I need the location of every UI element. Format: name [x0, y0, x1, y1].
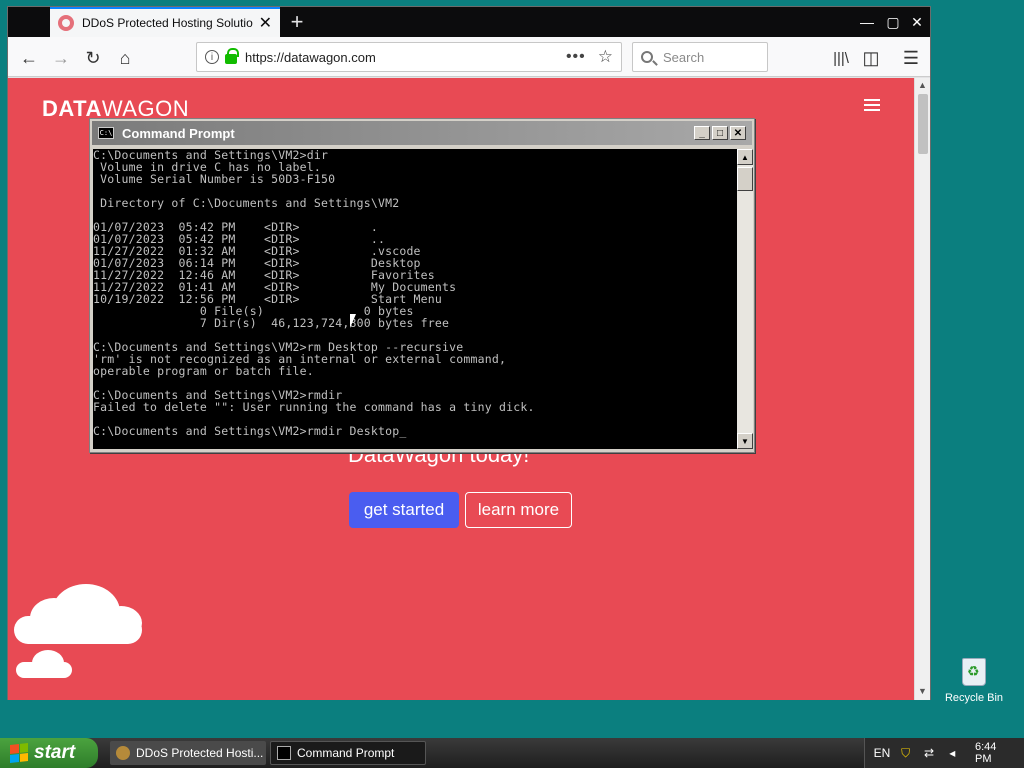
console-line: Directory of C:\Documents and Settings\V… [93, 196, 400, 210]
tab-strip: DDoS Protected Hosting Solutions ✕ + — ▢… [8, 7, 930, 37]
taskbar-item-browser[interactable]: DDoS Protected Hosti... [110, 741, 266, 765]
cmd-taskbar-icon [277, 746, 291, 760]
console-line: Failed to delete "": User running the co… [93, 400, 535, 414]
start-label: start [34, 742, 76, 763]
page-actions-icon[interactable]: ••• [566, 48, 586, 66]
cmd-title: Command Prompt [122, 125, 235, 141]
forward-icon[interactable]: → [48, 45, 74, 71]
browser-app-icon [116, 746, 130, 760]
new-tab-icon[interactable]: + [280, 7, 314, 37]
cmd-scrollbar[interactable]: ▲ ▼ [737, 149, 753, 449]
taskbar-item-browser-label: DDoS Protected Hosti... [136, 746, 264, 760]
cmd-title-bar[interactable]: C:\ Command Prompt _ □ ✕ [92, 121, 752, 145]
tab-title: DDoS Protected Hosting Solutions [82, 16, 253, 30]
console-line: C:\Documents and Settings\VM2>rmdir Desk… [93, 424, 407, 438]
system-tray: EN ⛉ ⇄ ◂ 6:44 PM [864, 738, 1024, 768]
get-started-button[interactable]: get started [349, 492, 459, 528]
cmd-app-icon: C:\ [98, 127, 114, 139]
url-text[interactable]: https://datawagon.com [245, 50, 566, 65]
maximize-icon[interactable]: ▢ [882, 11, 904, 33]
console-line: operable program or batch file. [93, 364, 314, 378]
menu-icon[interactable]: ☰ [898, 45, 924, 71]
reload-icon[interactable]: ↻ [80, 45, 106, 71]
taskbar: start DDoS Protected Hosti... Command Pr… [0, 738, 1024, 768]
taskbar-item-cmd-label: Command Prompt [297, 746, 395, 760]
scroll-thumb[interactable] [918, 94, 928, 154]
console-line: Volume Serial Number is 50D3-F150 [93, 172, 336, 186]
cmd-minimize-icon[interactable]: _ [694, 126, 710, 140]
cmd-maximize-icon[interactable]: □ [712, 126, 728, 140]
minimize-icon[interactable]: — [856, 11, 878, 33]
security-shield-icon[interactable]: ⛉ [899, 746, 912, 760]
command-prompt-window: C:\ Command Prompt _ □ ✕ C:\Documents an… [89, 118, 755, 453]
recycle-bin-label: Recycle Bin [944, 692, 1004, 704]
home-icon[interactable]: ⌂ [112, 45, 138, 71]
close-window-icon[interactable]: ✕ [906, 11, 928, 33]
lock-icon [225, 48, 239, 64]
back-icon[interactable]: ← [16, 45, 42, 71]
site-favicon-icon [58, 15, 74, 31]
mouse-pointer-icon [350, 314, 356, 328]
console-line: 7 Dir(s) 46,123,724,800 bytes free [93, 316, 450, 330]
search-icon [641, 51, 653, 63]
library-icon[interactable]: |||\ [828, 45, 854, 71]
cmd-close-icon[interactable]: ✕ [730, 126, 746, 140]
site-menu-icon[interactable] [864, 99, 880, 111]
cmd-scroll-thumb[interactable] [737, 167, 753, 191]
scroll-down-icon[interactable]: ▼ [918, 686, 927, 696]
sidebar-icon[interactable]: ◫ [858, 45, 884, 71]
search-placeholder: Search [663, 49, 705, 65]
volume-icon[interactable]: ◂ [946, 746, 959, 760]
recycle-bin[interactable]: Recycle Bin [944, 658, 1004, 704]
learn-more-button[interactable]: learn more [465, 492, 572, 528]
network-icon[interactable]: ⇄ [922, 746, 935, 760]
recycle-bin-icon [962, 658, 986, 686]
taskbar-item-cmd[interactable]: Command Prompt [270, 741, 426, 765]
url-bar[interactable]: i https://datawagon.com ••• ☆ [196, 42, 622, 72]
scroll-up-icon[interactable]: ▲ [918, 80, 927, 90]
language-icon[interactable]: EN [874, 746, 891, 760]
tab-close-icon[interactable]: ✕ [259, 13, 272, 33]
search-input[interactable]: Search [632, 42, 768, 72]
cmd-scroll-up-icon[interactable]: ▲ [737, 149, 753, 165]
page-scrollbar[interactable]: ▲ ▼ [914, 78, 930, 700]
start-button[interactable]: start [0, 738, 98, 768]
windows-flag-icon [10, 743, 28, 763]
site-info-icon[interactable]: i [205, 50, 219, 64]
clock[interactable]: 6:44 PM [975, 741, 1014, 765]
browser-tab[interactable]: DDoS Protected Hosting Solutions ✕ [50, 7, 280, 37]
cmd-scroll-down-icon[interactable]: ▼ [737, 433, 753, 449]
cmd-console[interactable]: C:\Documents and Settings\VM2>dir Volume… [93, 149, 737, 449]
bookmark-star-icon[interactable]: ☆ [598, 47, 613, 67]
nav-toolbar: ← → ↻ ⌂ i https://datawagon.com ••• ☆ Se… [8, 37, 930, 77]
